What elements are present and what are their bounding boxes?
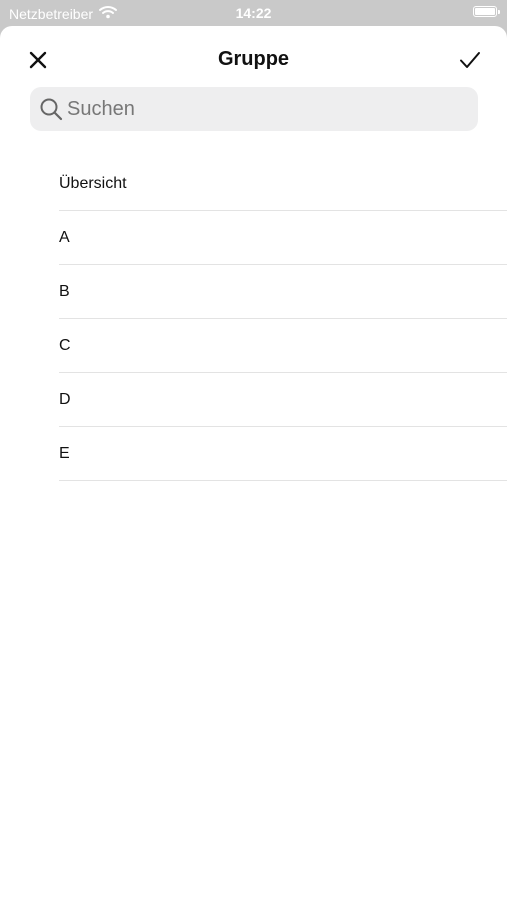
list-item-c[interactable]: C <box>59 319 507 373</box>
list-item-b[interactable]: B <box>59 265 507 319</box>
status-right <box>473 6 500 17</box>
list-item-label: B <box>59 283 70 300</box>
battery-icon <box>473 6 500 17</box>
list-item-a[interactable]: A <box>59 211 507 265</box>
search-icon <box>39 97 63 121</box>
group-list: Übersicht A B C D E <box>0 157 507 481</box>
checkmark-icon <box>460 52 480 68</box>
status-time: 14:22 <box>235 5 272 21</box>
list-item-label: D <box>59 391 71 408</box>
modal-sheet: Gruppe Übersicht A B C D <box>0 26 507 900</box>
search-bar[interactable] <box>30 87 478 131</box>
list-item-label: E <box>59 445 70 462</box>
list-item-label: A <box>59 229 70 246</box>
search-input[interactable] <box>67 97 457 121</box>
list-item-label: C <box>59 337 71 354</box>
list-item-label: Übersicht <box>59 175 127 192</box>
list-item-e[interactable]: E <box>59 427 507 481</box>
page-title: Gruppe <box>217 48 290 70</box>
nav-bar: Gruppe <box>0 26 507 86</box>
list-item-uebersicht[interactable]: Übersicht <box>59 157 507 211</box>
status-bar: Netzbetreiber 14:22 <box>0 0 507 26</box>
list-item-d[interactable]: D <box>59 373 507 427</box>
confirm-button[interactable] <box>455 46 485 74</box>
